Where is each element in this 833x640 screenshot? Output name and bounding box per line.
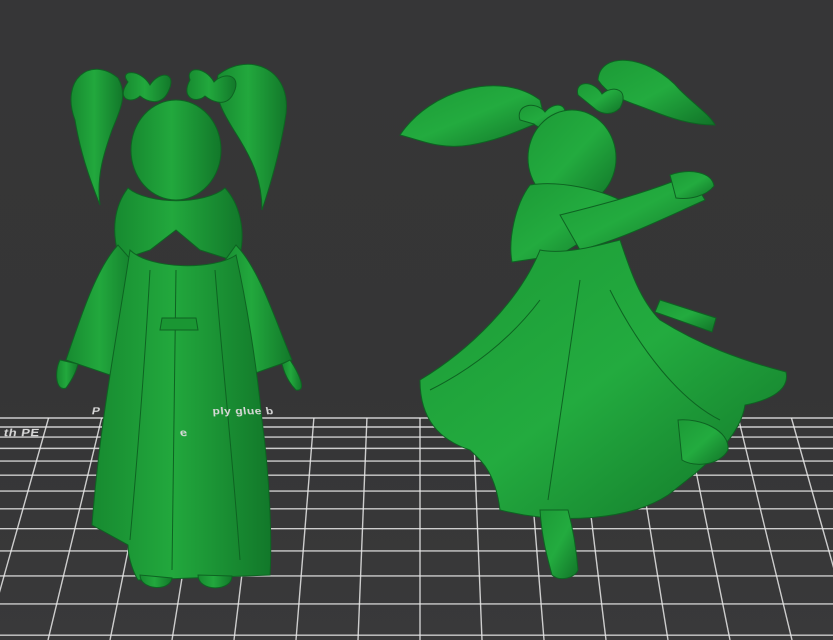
3d-viewport[interactable]: Pply glue b th PE e: [0, 0, 833, 640]
figure-action-model[interactable]: [399, 59, 787, 580]
scene-canvas[interactable]: [0, 0, 833, 640]
build-plate-notice-line-1: Pply glue b: [90, 405, 275, 417]
figure-standing-model[interactable]: [56, 63, 302, 589]
build-plate-notice-line-2: th PE e: [2, 426, 189, 439]
